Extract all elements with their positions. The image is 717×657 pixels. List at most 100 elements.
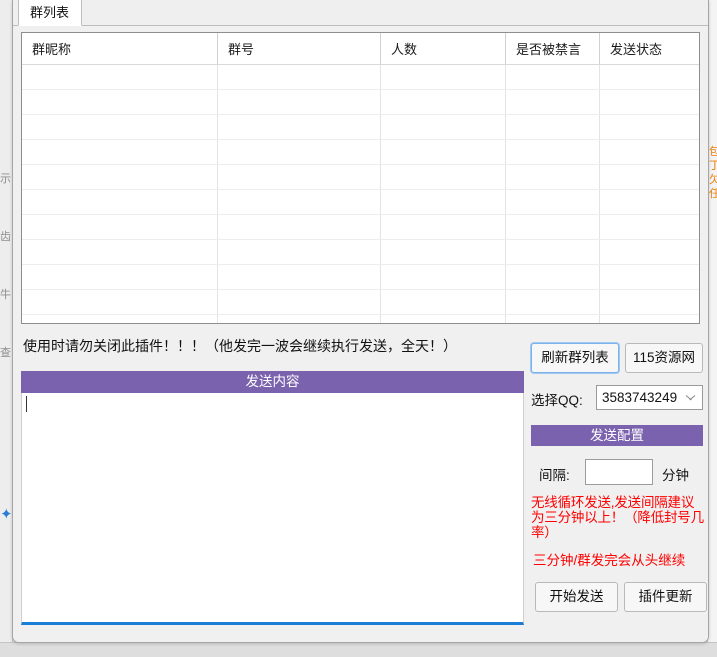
table-cell[interactable] bbox=[22, 115, 218, 140]
usage-notice: 使用时请勿关闭此插件！！！（他发完一波会继续执行发送，全天！） bbox=[23, 337, 457, 355]
table-cell[interactable] bbox=[506, 315, 600, 325]
background-bottom-bar bbox=[0, 642, 717, 657]
table-cell[interactable] bbox=[218, 240, 381, 265]
table-cell[interactable] bbox=[218, 315, 381, 325]
table-cell[interactable] bbox=[218, 165, 381, 190]
table-cell[interactable] bbox=[381, 290, 506, 315]
table-cell[interactable] bbox=[506, 65, 600, 90]
bottom-button-row: 开始发送 插件更新 bbox=[529, 582, 704, 612]
table-cell[interactable] bbox=[506, 90, 600, 115]
interval-input[interactable] bbox=[586, 460, 652, 484]
send-content-textarea-container[interactable] bbox=[21, 393, 524, 625]
table-cell[interactable] bbox=[506, 140, 600, 165]
resource-site-button[interactable]: 115资源网 bbox=[625, 343, 703, 373]
table-cell[interactable] bbox=[22, 90, 218, 115]
table-cell[interactable] bbox=[381, 140, 506, 165]
table-row[interactable] bbox=[22, 165, 700, 190]
table-cell[interactable] bbox=[218, 140, 381, 165]
table-cell[interactable] bbox=[22, 265, 218, 290]
table-cell[interactable] bbox=[506, 165, 600, 190]
table-cell[interactable] bbox=[218, 215, 381, 240]
table-cell[interactable] bbox=[22, 240, 218, 265]
table-cell[interactable] bbox=[506, 265, 600, 290]
table-cell[interactable] bbox=[381, 265, 506, 290]
table-cell[interactable] bbox=[22, 315, 218, 325]
table-header-row: 群昵称 群号 人数 是否被禁言 发送状态 bbox=[22, 33, 700, 65]
table-cell[interactable] bbox=[506, 215, 600, 240]
background-app-icon: ✦ bbox=[0, 500, 12, 530]
table-cell[interactable] bbox=[381, 315, 506, 325]
table-row[interactable] bbox=[22, 115, 700, 140]
table-body bbox=[22, 65, 700, 325]
table-cell[interactable] bbox=[22, 65, 218, 90]
group-list-table: 群昵称 群号 人数 是否被禁言 发送状态 bbox=[22, 33, 700, 324]
table-cell[interactable] bbox=[218, 90, 381, 115]
table-cell[interactable] bbox=[381, 115, 506, 140]
table-cell[interactable] bbox=[22, 215, 218, 240]
table-cell[interactable] bbox=[22, 165, 218, 190]
table-cell[interactable] bbox=[600, 165, 701, 190]
table-cell[interactable] bbox=[218, 190, 381, 215]
table-row[interactable] bbox=[22, 215, 700, 240]
table-cell[interactable] bbox=[381, 190, 506, 215]
table-cell[interactable] bbox=[22, 290, 218, 315]
plugin-window: 群列表 群昵称 群号 人数 是否被禁言 发送状态 使用时请勿关闭此插件！！！（他… bbox=[12, 0, 709, 643]
table-cell[interactable] bbox=[218, 265, 381, 290]
table-cell[interactable] bbox=[218, 290, 381, 315]
table-cell[interactable] bbox=[600, 290, 701, 315]
interval-label: 间隔: bbox=[539, 464, 570, 484]
group-list-table-container[interactable]: 群昵称 群号 人数 是否被禁言 发送状态 bbox=[21, 32, 700, 324]
warning-text-primary: 无线循环发送,发送间隔建议为三分钟以上！（降低封号几率） bbox=[531, 495, 705, 540]
start-send-button[interactable]: 开始发送 bbox=[535, 582, 618, 612]
tab-group-list[interactable]: 群列表 bbox=[18, 0, 82, 26]
table-cell[interactable] bbox=[381, 215, 506, 240]
table-cell[interactable] bbox=[600, 240, 701, 265]
table-row[interactable] bbox=[22, 290, 700, 315]
text-caret bbox=[26, 396, 27, 412]
table-cell[interactable] bbox=[600, 90, 701, 115]
table-cell[interactable] bbox=[506, 190, 600, 215]
table-cell[interactable] bbox=[381, 240, 506, 265]
table-row[interactable] bbox=[22, 240, 700, 265]
table-cell[interactable] bbox=[381, 65, 506, 90]
table-row[interactable] bbox=[22, 315, 700, 325]
table-cell[interactable] bbox=[600, 65, 701, 90]
table-cell[interactable] bbox=[600, 215, 701, 240]
send-content-header: 发送内容 bbox=[21, 371, 524, 393]
column-header-group-nickname[interactable]: 群昵称 bbox=[22, 33, 218, 65]
window-footer bbox=[13, 626, 708, 642]
chevron-down-icon[interactable] bbox=[686, 395, 695, 404]
qq-select-label: 选择QQ: bbox=[531, 389, 583, 409]
table-cell[interactable] bbox=[600, 115, 701, 140]
table-cell[interactable] bbox=[22, 140, 218, 165]
qq-select-dropdown[interactable]: 3583743249 bbox=[596, 385, 703, 410]
plugin-update-button[interactable]: 插件更新 bbox=[624, 582, 707, 612]
table-cell[interactable] bbox=[218, 65, 381, 90]
table-cell[interactable] bbox=[381, 165, 506, 190]
table-header: 群昵称 群号 人数 是否被禁言 发送状态 bbox=[22, 33, 700, 65]
table-row[interactable] bbox=[22, 265, 700, 290]
column-header-muted-status[interactable]: 是否被禁言 bbox=[506, 33, 600, 65]
background-left-text: 示 齿 牛 查 bbox=[0, 150, 11, 382]
table-cell[interactable] bbox=[600, 315, 701, 325]
table-cell[interactable] bbox=[600, 265, 701, 290]
table-row[interactable] bbox=[22, 190, 700, 215]
table-cell[interactable] bbox=[506, 290, 600, 315]
table-cell[interactable] bbox=[381, 90, 506, 115]
table-row[interactable] bbox=[22, 65, 700, 90]
table-cell[interactable] bbox=[600, 190, 701, 215]
refresh-group-list-button[interactable]: 刷新群列表 bbox=[531, 343, 619, 373]
warning-text-secondary: 三分钟/群发完会从头继续 bbox=[533, 553, 707, 569]
table-row[interactable] bbox=[22, 90, 700, 115]
column-header-member-count[interactable]: 人数 bbox=[381, 33, 506, 65]
table-cell[interactable] bbox=[506, 115, 600, 140]
table-row[interactable] bbox=[22, 140, 700, 165]
column-header-send-status[interactable]: 发送状态 bbox=[600, 33, 701, 65]
table-cell[interactable] bbox=[218, 115, 381, 140]
column-header-group-number[interactable]: 群号 bbox=[218, 33, 381, 65]
interval-input-container[interactable] bbox=[585, 459, 653, 485]
table-cell[interactable] bbox=[506, 240, 600, 265]
table-cell[interactable] bbox=[600, 140, 701, 165]
table-cell[interactable] bbox=[22, 190, 218, 215]
top-button-row: 刷新群列表 115资源网 bbox=[529, 343, 704, 373]
